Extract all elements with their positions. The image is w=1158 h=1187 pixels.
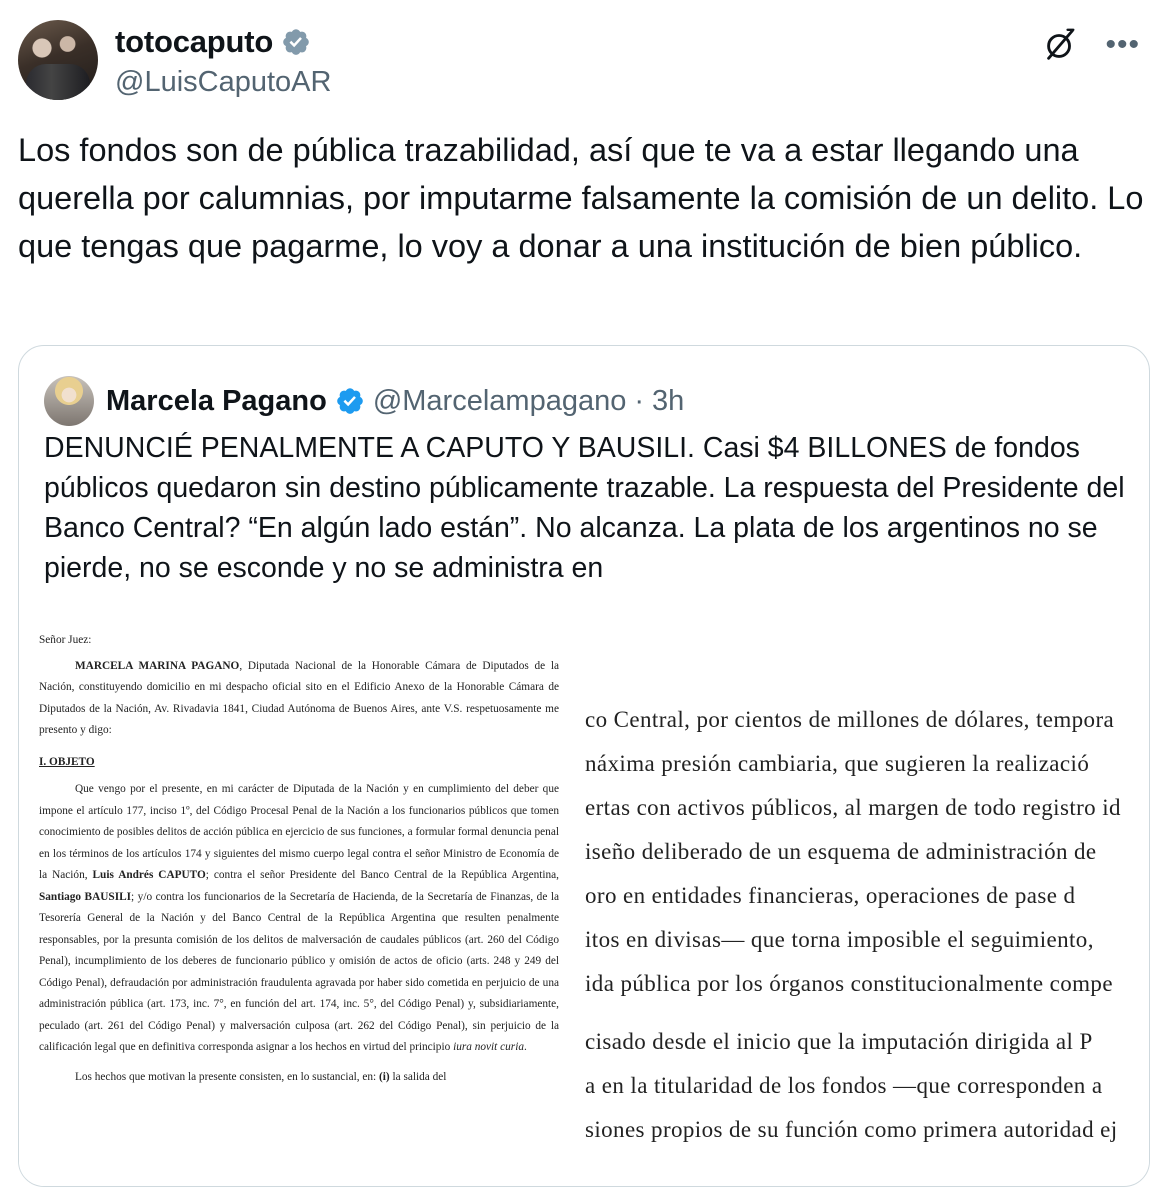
doc-section-heading: I. OBJETO [39, 755, 95, 768]
quoted-author-display-name[interactable]: Marcela Pagano [106, 385, 327, 418]
doc-zoom-line: ertas con activos públicos, al margen de… [585, 795, 1121, 820]
doc-p3-b: (i) [379, 1070, 390, 1083]
doc-zoom-line: iseño deliberado de un esquema de admini… [585, 839, 1097, 864]
author-display-name[interactable]: totocaputo [115, 24, 273, 60]
doc-zoom-paragraph-gap [585, 1006, 1149, 1020]
quoted-author-avatar[interactable] [44, 376, 94, 426]
document-page-image: Señor Juez: MARCELA MARINA PAGANO, Diput… [39, 616, 559, 1186]
quoted-timestamp[interactable]: 3h [652, 385, 684, 418]
doc-zoom-line: a en la titularidad de los fondos —que c… [585, 1073, 1103, 1098]
quoted-author-handle[interactable]: @Marcelampagano [373, 385, 627, 418]
author-avatar[interactable] [18, 20, 98, 100]
doc-intro-paragraph: MARCELA MARINA PAGANO, Diputada Nacional… [39, 656, 559, 742]
doc-intro-name: MARCELA MARINA PAGANO [75, 659, 240, 672]
doc-p2-f: iura novit curia [453, 1041, 524, 1053]
doc-greeting: Señor Juez: [39, 634, 92, 646]
document-zoom-image: co Central, por cientos de millones de d… [585, 698, 1149, 1186]
quoted-tweet-text: DENUNCIÉ PENALMENTE A CAPUTO Y BAUSILI. … [44, 432, 1125, 584]
doc-p2-e: ; y/o contra los funcionarios de la Secr… [39, 890, 559, 1054]
doc-zoom-line: itos en divisas— que torna imposible el … [585, 927, 1094, 952]
doc-p2-b: Luis Andrés CAPUTO [92, 869, 206, 881]
doc-p3-a: Los hechos que motivan la presente consi… [75, 1070, 379, 1083]
quoted-tweet-media[interactable]: Señor Juez: MARCELA MARINA PAGANO, Diput… [19, 604, 1149, 1186]
doc-zoom-line: siones propios de su función como primer… [585, 1117, 1118, 1142]
doc-p2-d: Santiago BAUSILI [39, 890, 132, 903]
verified-badge-icon [283, 29, 309, 55]
doc-p3-c: la salida del [389, 1070, 447, 1083]
doc-facts-paragraph: Los hechos que motivan la presente consi… [39, 1067, 559, 1089]
quoted-tweet-header: Marcela Pagano @Marcelampagano · 3h [44, 376, 684, 426]
doc-p2-a: Que vengo por el presente, en mi carácte… [39, 783, 559, 881]
header-actions: ••• [1041, 26, 1140, 64]
grok-icon[interactable] [1041, 26, 1079, 64]
author-handle[interactable]: @LuisCaputoAR [115, 66, 331, 99]
doc-zoom-line: co Central, por cientos de millones de d… [585, 707, 1115, 732]
doc-zoom-line: oro en entidades financieras, operacione… [585, 883, 1076, 908]
dot-separator: · [634, 384, 645, 417]
author-name-row: totocaputo [115, 24, 311, 60]
doc-zoom-line: náxima presión cambiaria, que sugieren l… [585, 751, 1090, 776]
doc-zoom-line: ida pública por los órganos constitucion… [585, 971, 1113, 996]
doc-p2-c: ; contra el señor Presidente del Banco C… [205, 869, 559, 881]
more-icon[interactable]: ••• [1105, 30, 1140, 60]
doc-p2-g: . [524, 1041, 527, 1053]
doc-object-paragraph: Que vengo por el presente, en mi carácte… [39, 779, 559, 1059]
tweet-text: Los fondos son de pública trazabilidad, … [18, 132, 1153, 264]
quoted-tweet[interactable]: Marcela Pagano @Marcelampagano · 3h DENU… [18, 345, 1150, 1187]
quoted-verified-badge-icon [337, 388, 363, 414]
doc-zoom-line: cisado desde el inicio que la imputación… [585, 1029, 1093, 1054]
tweet-header: totocaputo @LuisCaputoAR ••• [18, 18, 1140, 102]
